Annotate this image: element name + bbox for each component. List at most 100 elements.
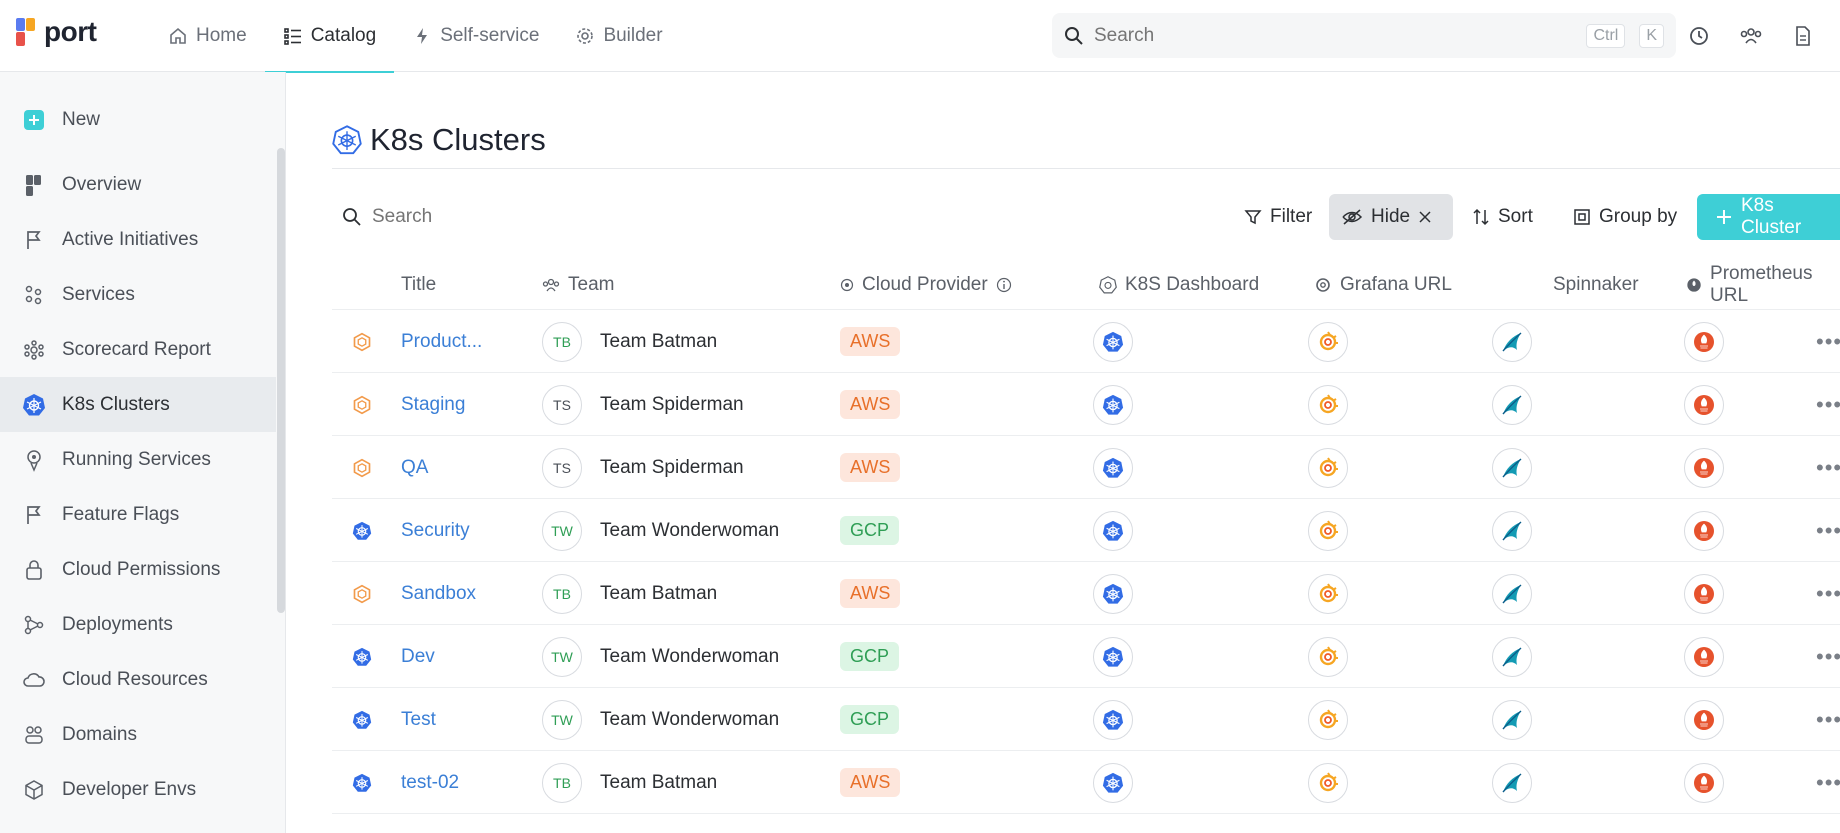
column-header-team[interactable]: Team — [542, 260, 614, 310]
sidebar-item-services[interactable]: Services — [0, 267, 276, 322]
table-row[interactable]: Dev TW Team Wonderwoman GCP ••• — [332, 625, 1840, 688]
prometheus-link-icon[interactable] — [1684, 573, 1724, 614]
sort-button[interactable]: Sort — [1460, 194, 1545, 240]
k8s-dashboard-link-icon[interactable] — [1093, 573, 1133, 614]
k8s-dashboard-link-icon[interactable] — [1093, 321, 1133, 362]
spinnaker-link-icon[interactable] — [1492, 510, 1532, 551]
more-icon[interactable]: ••• — [1816, 644, 1840, 670]
prometheus-link-icon[interactable] — [1684, 384, 1724, 425]
column-header-cloud-provider[interactable]: Cloud Provider — [840, 260, 1012, 310]
table-search[interactable] — [342, 194, 672, 240]
more-icon[interactable]: ••• — [1816, 518, 1840, 544]
avatar[interactable]: TW — [542, 699, 582, 740]
k8s-dashboard-link-icon[interactable] — [1093, 762, 1133, 803]
spinnaker-link-icon[interactable] — [1492, 321, 1532, 362]
nav-catalog[interactable]: Catalog — [264, 0, 395, 73]
close-icon[interactable] — [1418, 210, 1432, 224]
row-actions[interactable]: ••• — [1816, 688, 1840, 751]
k8s-dashboard-link-icon[interactable] — [1093, 510, 1133, 551]
title-cell[interactable]: Sandbox — [401, 562, 476, 625]
row-actions[interactable]: ••• — [1816, 373, 1840, 436]
table-row[interactable]: Product... TB Team Batman AWS ••• — [332, 310, 1840, 373]
grafana-link-icon[interactable] — [1308, 573, 1348, 614]
title-cell[interactable]: QA — [401, 436, 428, 499]
sidebar-item-cloud-permissions[interactable]: Cloud Permissions — [0, 542, 276, 597]
grafana-link-icon[interactable] — [1308, 636, 1348, 677]
grafana-link-icon[interactable] — [1308, 447, 1348, 488]
prometheus-link-icon[interactable] — [1684, 762, 1724, 803]
spinnaker-link-icon[interactable] — [1492, 573, 1532, 614]
table-row[interactable]: Sandbox TB Team Batman AWS ••• — [332, 562, 1840, 625]
title-cell[interactable]: Security — [401, 499, 470, 562]
table-row[interactable]: Security TW Team Wonderwoman GCP ••• — [332, 499, 1840, 562]
row-actions[interactable]: ••• — [1816, 310, 1840, 373]
nav-self-service[interactable]: Self-service — [394, 0, 557, 72]
title-link[interactable]: Security — [401, 520, 470, 542]
title-cell[interactable]: Staging — [401, 373, 465, 436]
nav-home[interactable]: Home — [150, 0, 265, 72]
document-icon[interactable] — [1790, 18, 1816, 54]
title-cell[interactable]: Test — [401, 688, 436, 751]
sidebar-new-button[interactable]: New — [0, 92, 276, 147]
title-cell[interactable]: Dev — [401, 625, 435, 688]
spinnaker-link-icon[interactable] — [1492, 384, 1532, 425]
global-search[interactable]: Ctrl K — [1052, 13, 1676, 58]
column-header-spinnaker[interactable]: Spinnaker — [1553, 260, 1639, 310]
grafana-link-icon[interactable] — [1308, 762, 1348, 803]
sidebar-item-overview[interactable]: Overview — [0, 157, 276, 212]
avatar[interactable]: TS — [542, 384, 582, 425]
column-header-grafana-url[interactable]: Grafana URL — [1314, 260, 1452, 310]
title-cell[interactable]: test-02 — [401, 751, 459, 814]
row-actions[interactable]: ••• — [1816, 625, 1840, 688]
avatar[interactable]: TB — [542, 321, 582, 362]
k8s-dashboard-link-icon[interactable] — [1093, 384, 1133, 425]
k8s-dashboard-link-icon[interactable] — [1093, 636, 1133, 677]
avatar[interactable]: TW — [542, 636, 582, 677]
grafana-link-icon[interactable] — [1308, 384, 1348, 425]
avatar[interactable]: TB — [542, 762, 582, 803]
title-link[interactable]: Sandbox — [401, 583, 476, 605]
sidebar-item-active-initiatives[interactable]: Active Initiatives — [0, 212, 276, 267]
table-row[interactable]: test-02 TB Team Batman AWS ••• — [332, 751, 1840, 814]
spinnaker-link-icon[interactable] — [1492, 447, 1532, 488]
hide-button[interactable]: Hide — [1329, 194, 1453, 240]
k8s-dashboard-link-icon[interactable] — [1093, 699, 1133, 740]
sidebar-item-running-services[interactable]: Running Services — [0, 432, 276, 487]
sidebar-item-domains[interactable]: Domains — [0, 707, 276, 762]
nav-builder[interactable]: Builder — [557, 0, 680, 72]
spinnaker-link-icon[interactable] — [1492, 636, 1532, 677]
table-row[interactable]: Staging TS Team Spiderman AWS ••• — [332, 373, 1840, 436]
logo[interactable]: port — [14, 16, 97, 48]
row-actions[interactable]: ••• — [1816, 751, 1840, 814]
table-search-input[interactable] — [372, 206, 672, 228]
title-link[interactable]: Product... — [401, 331, 482, 353]
title-link[interactable]: Staging — [401, 394, 465, 416]
row-actions[interactable]: ••• — [1816, 562, 1840, 625]
more-icon[interactable]: ••• — [1816, 770, 1840, 796]
sidebar-item-k8s-clusters[interactable]: K8s Clusters — [0, 377, 276, 432]
row-actions[interactable]: ••• — [1816, 436, 1840, 499]
title-link[interactable]: Test — [401, 709, 436, 731]
create-k8s-cluster-button[interactable]: K8s Cluster — [1697, 194, 1840, 240]
sidebar-item-feature-flags[interactable]: Feature Flags — [0, 487, 276, 542]
more-icon[interactable]: ••• — [1816, 707, 1840, 733]
group-by-button[interactable]: Group by — [1561, 194, 1689, 240]
prometheus-link-icon[interactable] — [1684, 636, 1724, 677]
spinnaker-link-icon[interactable] — [1492, 699, 1532, 740]
users-icon[interactable] — [1738, 18, 1764, 54]
more-icon[interactable]: ••• — [1816, 581, 1840, 607]
avatar[interactable]: TB — [542, 573, 582, 614]
more-icon[interactable]: ••• — [1816, 455, 1840, 481]
sidebar-item-deployments[interactable]: Deployments — [0, 597, 276, 652]
table-row[interactable]: QA TS Team Spiderman AWS ••• — [332, 436, 1840, 499]
more-icon[interactable]: ••• — [1816, 392, 1840, 418]
avatar[interactable]: TS — [542, 447, 582, 488]
prometheus-link-icon[interactable] — [1684, 699, 1724, 740]
sidebar-scrollbar[interactable] — [277, 148, 285, 613]
title-cell[interactable]: Product... — [401, 310, 482, 373]
k8s-dashboard-link-icon[interactable] — [1093, 447, 1133, 488]
table-row[interactable]: Test TW Team Wonderwoman GCP ••• — [332, 688, 1840, 751]
sidebar-item-scorecard-report[interactable]: Scorecard Report — [0, 322, 276, 377]
title-link[interactable]: test-02 — [401, 772, 459, 794]
filter-button[interactable]: Filter — [1232, 194, 1324, 240]
